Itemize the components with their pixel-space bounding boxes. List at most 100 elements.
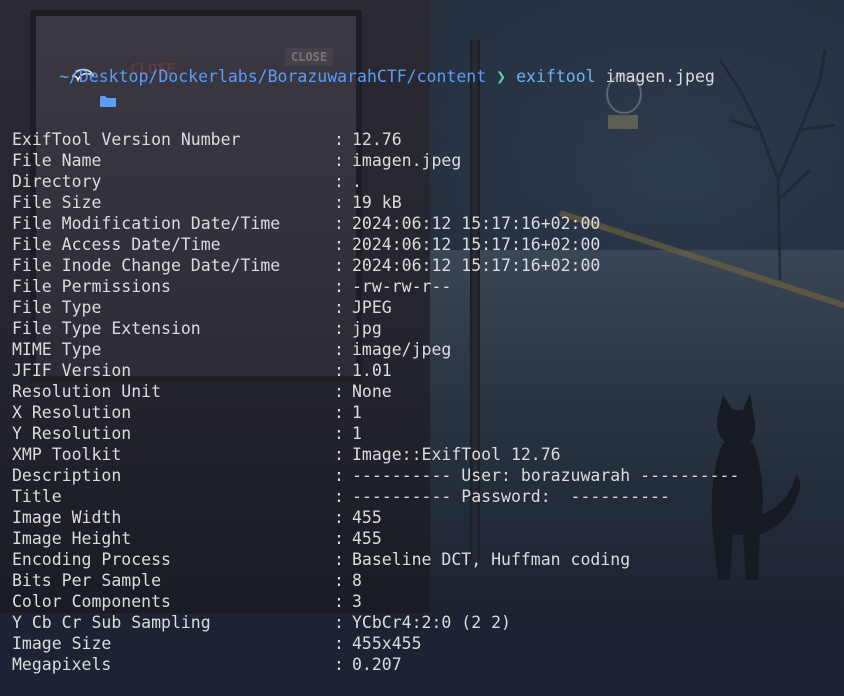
- folder-icon: [40, 71, 116, 107]
- exif-row: Color Components:3: [12, 591, 739, 612]
- exif-key: File Type Extension: [12, 319, 201, 338]
- exif-row: XMP Toolkit: Image::ExifTool 12.76: [12, 444, 739, 465]
- exif-value: 2024:06:12 15:17:16+02:00: [352, 235, 601, 254]
- prompt-path: ~/Desktop/Dockerlabs/BorazuwarahCTF/cont…: [59, 67, 487, 86]
- exif-key: XMP Toolkit: [12, 445, 122, 464]
- exif-row: File Type Extension: jpg: [12, 318, 739, 339]
- terminal-output: ~/Desktop/Dockerlabs/BorazuwarahCTF/cont…: [12, 24, 739, 696]
- exif-value: 1: [352, 424, 362, 443]
- exif-separator: :: [334, 130, 344, 149]
- exif-row: Bits Per Sample:8: [12, 570, 739, 591]
- exif-key: Image Width: [12, 508, 122, 527]
- exif-key: File Type: [12, 298, 102, 317]
- exif-separator: :: [334, 487, 344, 506]
- exif-value: imagen.jpeg: [352, 151, 462, 170]
- exif-separator: :: [334, 592, 344, 611]
- exif-row: Megapixels:0.207: [12, 654, 739, 675]
- exif-row: Y Cb Cr Sub Sampling: YCbCr4:2:0 (2 2): [12, 612, 739, 633]
- exif-value: jpg: [352, 319, 382, 338]
- exif-value: 3: [352, 592, 362, 611]
- prompt-command: exiftool: [516, 67, 596, 86]
- exif-row: Description: ---------- User: borazuwarah…: [12, 465, 739, 486]
- exif-separator: :: [334, 550, 344, 569]
- exif-separator: :: [334, 214, 344, 233]
- exif-value: Image::ExifTool 12.76: [352, 445, 561, 464]
- exif-value: 2024:06:12 15:17:16+02:00: [352, 256, 601, 275]
- exif-value: JPEG: [352, 298, 392, 317]
- exif-separator: :: [334, 403, 344, 422]
- exif-row: Title: ---------- Password: ----------: [12, 486, 739, 507]
- exif-separator: :: [334, 466, 344, 485]
- exif-separator: :: [334, 361, 344, 380]
- prompt-argument: imagen.jpeg: [605, 67, 715, 86]
- exif-row: JFIF Version:1.01: [12, 360, 739, 381]
- exif-key: Image Height: [12, 529, 132, 548]
- exif-key: File Access Date/Time: [12, 235, 221, 254]
- shell-prompt: ~/Desktop/Dockerlabs/BorazuwarahCTF/cont…: [12, 66, 739, 107]
- exif-key: Title: [12, 487, 62, 506]
- exif-key: Image Size: [12, 634, 112, 653]
- exif-key: File Inode Change Date/Time: [12, 256, 281, 275]
- exif-separator: :: [334, 193, 344, 212]
- exif-value: 455: [352, 529, 382, 548]
- exif-row: File Access Date/Time:2024:06:12 15:17:1…: [12, 234, 739, 255]
- exif-value: .: [352, 172, 362, 191]
- exif-row: Image Width:455: [12, 507, 739, 528]
- exif-row: File Type: JPEG: [12, 297, 739, 318]
- exif-row: Resolution Unit: None: [12, 381, 739, 402]
- exif-value: 1: [352, 403, 362, 422]
- exif-value: 1.01: [352, 361, 392, 380]
- exif-row: File Modification Date/Time:2024:06:12 1…: [12, 213, 739, 234]
- exif-key: Description: [12, 466, 122, 485]
- exif-value: Baseline DCT, Huffman coding: [352, 550, 631, 569]
- exif-value: YCbCr4:2:0 (2 2): [352, 613, 511, 632]
- exif-separator: :: [334, 235, 344, 254]
- exif-key: MIME Type: [12, 340, 102, 359]
- exif-row: Image Size:455x455: [12, 633, 739, 654]
- exif-key: File Size: [12, 193, 102, 212]
- exif-separator: :: [334, 277, 344, 296]
- exif-separator: :: [334, 634, 344, 653]
- exif-value: 8: [352, 571, 362, 590]
- exif-value: None: [352, 382, 392, 401]
- exif-value: 19 kB: [352, 193, 402, 212]
- exif-value: 12.76: [352, 130, 402, 149]
- exif-value: ---------- User: borazuwarah ----------: [352, 466, 740, 485]
- exif-key: X Resolution: [12, 403, 132, 422]
- exif-row: MIME Type: image/jpeg: [12, 339, 739, 360]
- exif-separator: :: [334, 529, 344, 548]
- exif-row: X Resolution:1: [12, 402, 739, 423]
- exif-value: 2024:06:12 15:17:16+02:00: [352, 214, 601, 233]
- exif-value: ---------- Password: ----------: [352, 487, 670, 506]
- exif-row: ExifTool Version Number:12.76: [12, 129, 739, 150]
- exif-row: Directory:.: [12, 171, 739, 192]
- exif-key: Y Cb Cr Sub Sampling: [12, 613, 211, 632]
- exif-key: Bits Per Sample: [12, 571, 162, 590]
- exif-separator: :: [334, 382, 344, 401]
- exif-key: Color Components: [12, 592, 171, 611]
- exif-key: JFIF Version: [12, 361, 132, 380]
- exif-key: Encoding Process: [12, 550, 171, 569]
- exif-separator: :: [334, 319, 344, 338]
- kali-dragon-icon: [12, 45, 95, 108]
- exif-separator: :: [334, 172, 344, 191]
- exif-row: File Inode Change Date/Time:2024:06:12 1…: [12, 255, 739, 276]
- exif-separator: :: [334, 298, 344, 317]
- exif-separator: :: [334, 571, 344, 590]
- exif-row: File Permissions: -rw-rw-r--: [12, 276, 739, 297]
- exif-value: 0.207: [352, 655, 402, 674]
- exif-key: Resolution Unit: [12, 382, 162, 401]
- exif-separator: :: [334, 424, 344, 443]
- exif-separator: :: [334, 613, 344, 632]
- exif-row: Encoding Process: Baseline DCT, Huffman c…: [12, 549, 739, 570]
- exif-key: Directory: [12, 172, 102, 191]
- prompt-chevron-icon: ❯: [496, 67, 507, 86]
- exif-separator: :: [334, 508, 344, 527]
- exif-row: Image Height:455: [12, 528, 739, 549]
- exif-key: Megapixels: [12, 655, 112, 674]
- exif-key: File Permissions: [12, 277, 171, 296]
- exif-value: 455: [352, 508, 382, 527]
- exif-key: File Modification Date/Time: [12, 214, 281, 233]
- exif-key: File Name: [12, 151, 102, 170]
- exif-key: Y Resolution: [12, 424, 132, 443]
